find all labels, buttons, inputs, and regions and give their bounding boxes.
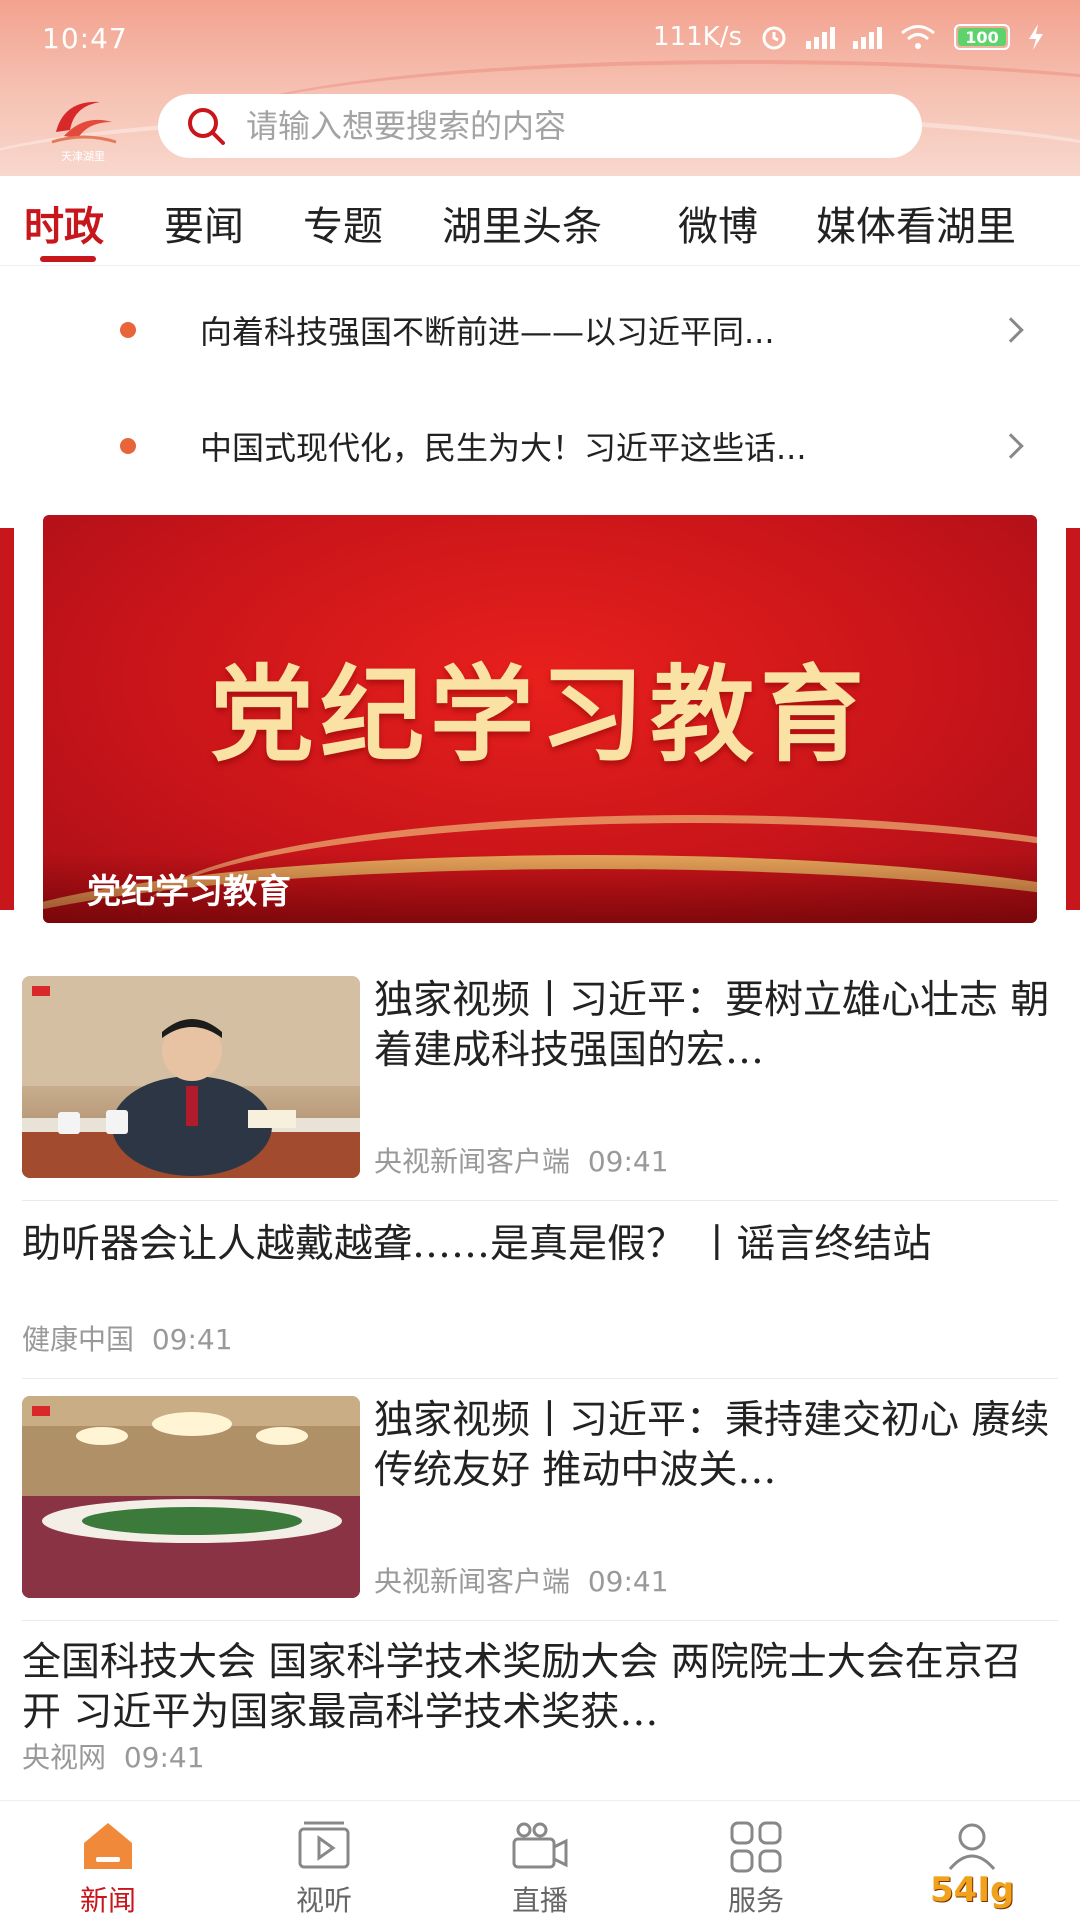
signal-icon: [806, 25, 835, 49]
category-tabs: 时政 要闻 专题 湖里头条 微博 媒体看湖里: [0, 176, 1080, 266]
tab-shizheng[interactable]: 时政: [24, 194, 104, 252]
app-logo[interactable]: 天津湖里: [44, 92, 122, 164]
news-time: 09:41: [587, 1145, 669, 1178]
chevron-right-icon: [998, 317, 1024, 343]
news-time: 09:41: [123, 1741, 205, 1774]
news-source: 央视新闻客户端: [374, 1145, 571, 1178]
news-title[interactable]: 独家视频丨习近平：秉持建交初心 赓续传统友好 推动中波关…: [374, 1396, 1054, 1496]
nav-services[interactable]: 服务: [648, 1801, 864, 1920]
news-time: 09:41: [587, 1565, 669, 1598]
divider: [22, 1200, 1058, 1201]
search-input[interactable]: [246, 107, 806, 145]
news-meta: 央视新闻客户端 09:41: [374, 1140, 669, 1180]
bottom-nav: 新闻 视听 直播 服务: [0, 1800, 1080, 1920]
tab-zhuanti[interactable]: 专题: [303, 194, 383, 252]
status-time: 10:47: [42, 22, 128, 55]
bullet-dot: [120, 438, 136, 454]
banner-title: 党纪学习教育: [209, 654, 870, 776]
home-icon: [84, 1823, 132, 1869]
search-bar[interactable]: [158, 94, 922, 158]
news-meta: 健康中国 09:41: [22, 1318, 233, 1358]
headline-text: 中国式现代化，民生为大！习近平这些话...: [200, 429, 807, 467]
watermark-logo: 54Ig: [930, 1870, 1015, 1910]
news-title[interactable]: 助听器会让人越戴越聋……是真是假？ 丨谣言终结站: [22, 1220, 1058, 1270]
banner-caption: 党纪学习教育: [87, 872, 291, 912]
headline-text: 向着科技强国不断前进——以习近平同...: [200, 313, 775, 351]
network-speed: 111K/s: [653, 22, 742, 52]
news-source: 央视新闻客户端: [374, 1565, 571, 1598]
news-title[interactable]: 全国科技大会 国家科学技术奖励大会 两院院士大会在京召开 习近平为国家最高科学技…: [22, 1638, 1058, 1738]
grid-icon: [730, 1821, 782, 1873]
bullet-dot: [120, 322, 136, 338]
carousel-prev-peek[interactable]: [0, 528, 14, 910]
status-bar: 10:47 111K/s 100: [0, 0, 1080, 80]
news-meta: 央视网 09:41: [22, 1736, 205, 1776]
carousel-next-peek[interactable]: [1066, 528, 1080, 910]
svg-text:天津湖里: 天津湖里: [61, 150, 105, 163]
status-icons: 111K/s 100: [653, 22, 1044, 52]
tab-yaowen[interactable]: 要闻: [164, 194, 244, 252]
user-icon: [948, 1823, 996, 1870]
tab-meiti-kan-huli[interactable]: 媒体看湖里: [816, 194, 1016, 252]
news-source: 央视网: [22, 1741, 107, 1774]
nav-news[interactable]: 新闻: [0, 1801, 216, 1920]
signal-icon-2: [853, 25, 882, 49]
battery-icon: 100: [954, 24, 1010, 50]
news-thumbnail[interactable]: [22, 976, 360, 1178]
banner-carousel[interactable]: 党纪学习教育 党纪学习教育: [43, 515, 1037, 923]
news-time: 09:41: [151, 1323, 233, 1356]
news-source: 健康中国: [22, 1323, 135, 1356]
news-thumbnail[interactable]: [22, 1396, 360, 1598]
active-tab-indicator: [40, 256, 96, 262]
headline-item[interactable]: 向着科技强国不断前进——以习近平同...: [0, 280, 1080, 380]
headline-item[interactable]: 中国式现代化，民生为大！习近平这些话...: [0, 396, 1080, 496]
camera-icon: [512, 1822, 568, 1869]
news-title[interactable]: 独家视频丨习近平：要树立雄心壮志 朝着建成科技强国的宏…: [374, 976, 1054, 1076]
play-video-icon: [298, 1821, 350, 1869]
wifi-icon: [901, 25, 935, 49]
chevron-right-icon: [998, 433, 1024, 459]
app-header: 10:47 111K/s 100 天津湖里: [0, 0, 1080, 176]
search-icon: [188, 108, 225, 145]
charging-icon: [1029, 24, 1043, 50]
news-meta: 央视新闻客户端 09:41: [374, 1560, 669, 1600]
divider: [22, 1378, 1058, 1379]
alarm-icon: [762, 26, 786, 50]
nav-video[interactable]: 视听: [216, 1801, 432, 1920]
tab-huli-toutiao[interactable]: 湖里头条: [442, 194, 602, 252]
divider: [22, 1620, 1058, 1621]
nav-live[interactable]: 直播: [432, 1801, 648, 1920]
tab-weibo[interactable]: 微博: [678, 194, 758, 252]
